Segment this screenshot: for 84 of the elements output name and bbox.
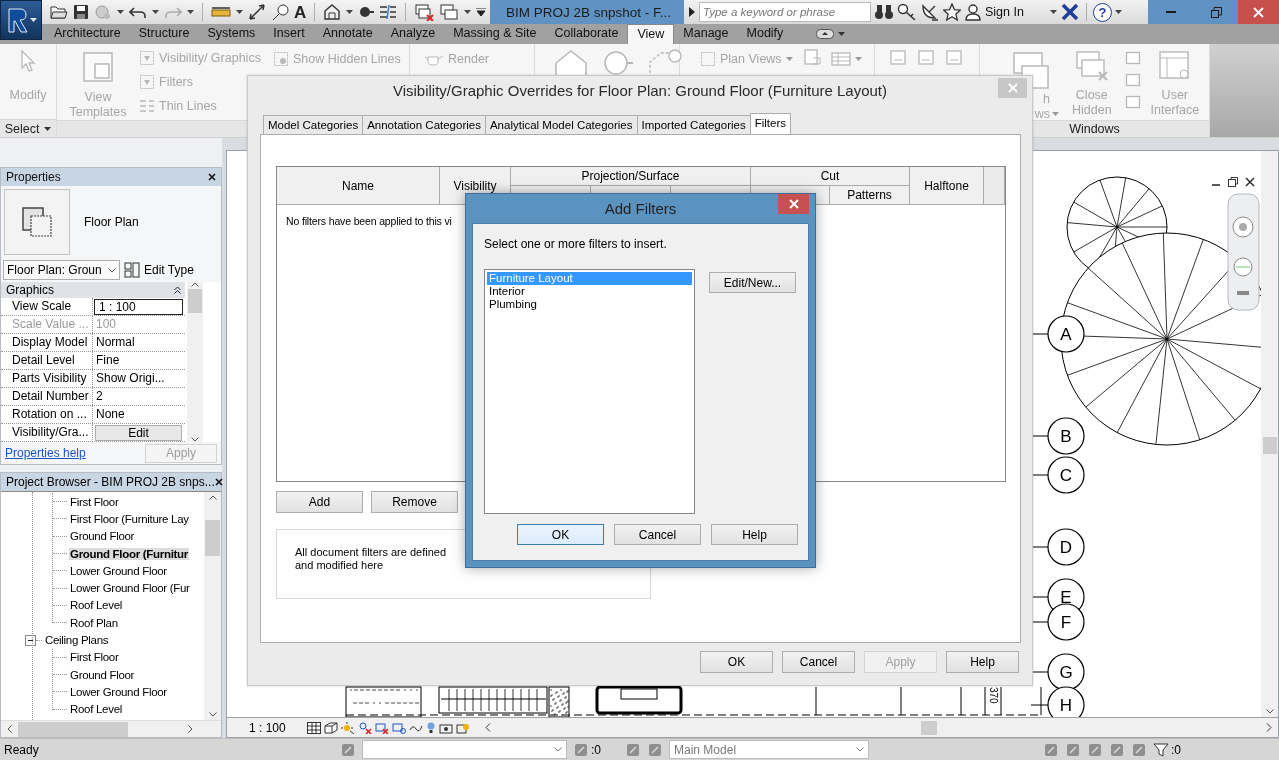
property-value: Normal [95, 334, 136, 351]
ribbon-tab[interactable]: Analyze [381, 24, 445, 44]
ribbon-tab[interactable]: Collaborate [545, 24, 628, 44]
dialog-title: Visibility/Graphic Overrides for Floor Plan: Ground Floor (Furniture Layout) [392, 82, 888, 99]
tree-item[interactable]: Roof Level [69, 599, 123, 612]
ribbon-tab[interactable]: Insert [264, 24, 314, 44]
window-title: BIM PROJ 2B snpshot - F... [490, 0, 684, 24]
ribbon-tab[interactable]: Massing & Site [444, 24, 546, 44]
dialog-button[interactable]: Help [711, 524, 798, 545]
dialog-button[interactable]: OK [700, 651, 773, 673]
status-text: Ready [4, 742, 40, 757]
property-value: None [95, 406, 126, 423]
ribbon-tab[interactable]: Manage [674, 24, 738, 44]
property-name: View Scale [1, 298, 93, 316]
dialog-tab[interactable]: Analytical Model Categories [484, 115, 638, 134]
prompt-text: Select one or more filters to insert. [484, 237, 668, 251]
add-button[interactable]: Add [276, 491, 363, 513]
dialog-button[interactable]: OK [517, 524, 604, 545]
edit-button[interactable]: Edit [95, 425, 182, 441]
ribbon-tab[interactable]: Systems [198, 24, 265, 44]
tree-item[interactable]: Roof Plan [69, 616, 119, 629]
column-header: Name [277, 167, 440, 205]
help-button[interactable]: ? [1092, 2, 1112, 22]
panel-title: Project Browser - BIM PROJ 2B snps... [6, 475, 215, 489]
properties-help-link[interactable]: Properties help [5, 446, 86, 460]
count-text: :0 [591, 742, 601, 757]
tree-item[interactable]: Lower Ground Floor [69, 685, 168, 698]
value-field[interactable]: 1 : 100 [94, 299, 183, 315]
dialog-tab[interactable]: Model Categories [263, 115, 364, 134]
info-text: All document filters are defined and modified here [295, 546, 448, 572]
dialog-button[interactable]: Help [946, 651, 1019, 673]
dialog-title: Add Filters [604, 200, 677, 217]
dialog-tab[interactable]: Annotation Categories [362, 115, 486, 134]
ribbon-tab[interactable]: Annotate [313, 24, 382, 44]
list-item[interactable]: Plumbing [487, 298, 692, 311]
property-value: Fine [95, 352, 121, 369]
view-type-dropdown[interactable]: Floor Plan: Groun [3, 260, 120, 280]
ribbon-tab[interactable]: Modify [737, 24, 793, 44]
property-value: 100 [95, 316, 118, 333]
tree-item[interactable]: First Floor (Furniture Lay [69, 512, 190, 525]
tree-item[interactable]: First Floor [69, 651, 120, 664]
property-name: Rotation on ... [1, 406, 93, 423]
tree-item[interactable]: Ground Floor [69, 668, 136, 681]
count-text: :0 [1171, 742, 1182, 757]
property-name: Detail Number [1, 388, 93, 405]
property-name: Parts Visibility [1, 370, 93, 387]
column-header: Cut [751, 167, 910, 186]
property-name: Detail Level [1, 352, 93, 369]
empty-message: No filters have been applied to this vi [286, 215, 452, 227]
view-scale-button[interactable]: 1 : 100 [249, 720, 304, 735]
tree-item[interactable]: Ceiling Plans [44, 634, 110, 646]
dialog-tab[interactable]: Imported Categories [636, 115, 751, 134]
column-header: Patterns [830, 186, 910, 205]
list-item[interactable]: Interior [487, 285, 692, 298]
text-tool-icon[interactable]: A [294, 3, 307, 21]
select-dropdown[interactable]: Select [0, 119, 56, 137]
remove-button[interactable]: Remove [371, 491, 458, 513]
tree-item[interactable]: Lower Ground Floor (Fur [69, 582, 191, 595]
tree-item[interactable]: First Floor [69, 495, 120, 508]
tree-item[interactable]: Roof Level [69, 703, 123, 716]
filter-list[interactable]: Furniture Layout Interior Plumbing [484, 269, 695, 514]
tree-item[interactable]: Ground Floor (Furnitur [69, 547, 189, 560]
tree-item[interactable]: Ground Floor [69, 530, 136, 543]
property-value: 2 [95, 388, 104, 405]
edit-new-button[interactable]: Edit/New... [709, 272, 796, 293]
column-header: Projection/Surface [511, 167, 751, 186]
ribbon-tab[interactable]: View [627, 24, 675, 44]
dialog-tab[interactable]: Filters [749, 113, 791, 134]
property-value: Show Origi... [95, 370, 166, 387]
edit-type-button[interactable]: Edit Type [124, 262, 194, 278]
ribbon-tab[interactable]: Structure [129, 24, 199, 44]
panel-title: Properties [6, 170, 61, 184]
group-header: Graphics [6, 283, 55, 297]
design-option-dropdown[interactable]: Main Model [669, 740, 869, 759]
search-field[interactable]: Type a keyword or phrase [699, 2, 871, 22]
type-name: Floor Plan [84, 215, 139, 229]
dialog-button[interactable]: Cancel [782, 651, 855, 673]
dimension-text: 370 [988, 687, 999, 704]
tree-item[interactable]: Lower Ground Floor [69, 564, 168, 577]
sign-in-link[interactable]: Sign In [985, 5, 1024, 19]
property-name: Display Model [1, 334, 93, 351]
ribbon-tab[interactable]: Architecture [45, 24, 130, 44]
property-name: Scale Value ... [1, 316, 93, 333]
dialog-button[interactable]: Cancel [614, 524, 701, 545]
